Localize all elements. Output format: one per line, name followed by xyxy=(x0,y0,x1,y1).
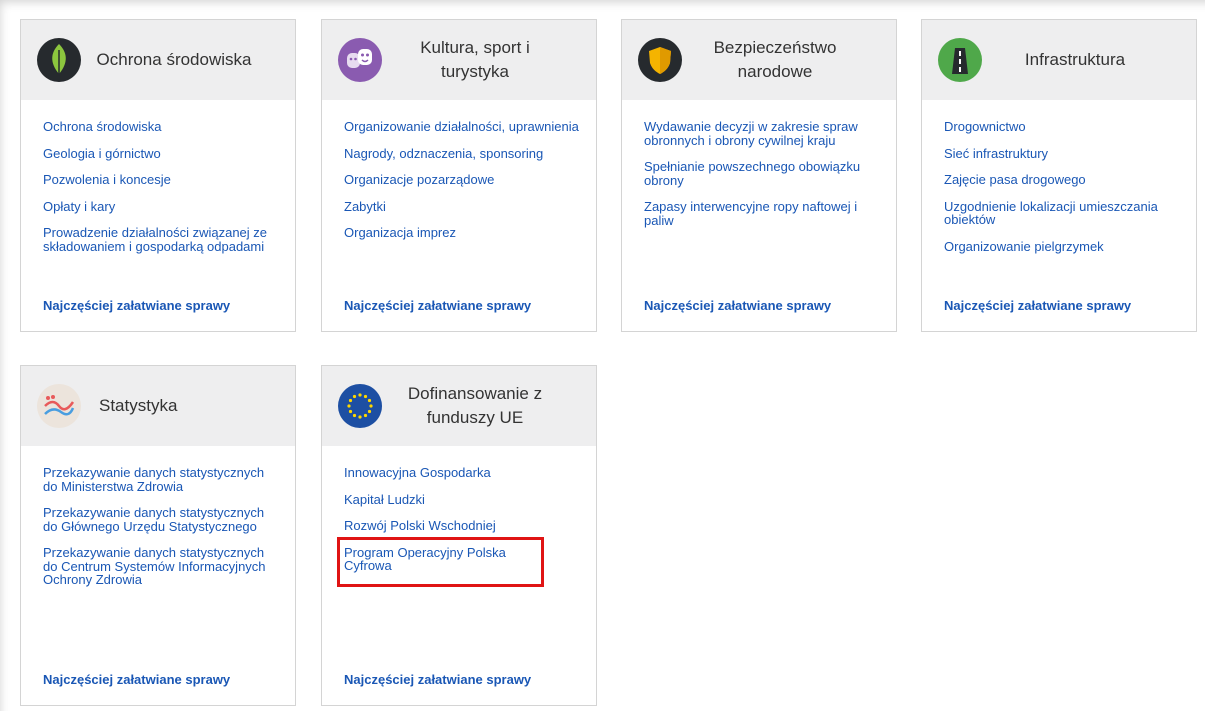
link-item[interactable]: Ochrona środowiska xyxy=(43,120,278,134)
link-item[interactable]: Nagrody, odznaczenia, sponsoring xyxy=(344,146,579,161)
tile-body: Organizowanie działalności, uprawnienia … xyxy=(322,100,596,333)
most-common-matters-link[interactable]: Najczęściej załatwiane sprawy xyxy=(43,672,230,687)
link-item[interactable]: Organizowanie pielgrzymek xyxy=(944,239,1179,254)
link-item[interactable]: Zajęcie pasa drogowego xyxy=(944,173,1179,187)
link-item[interactable]: Organizacja imprez xyxy=(344,226,579,240)
most-common-matters-link[interactable]: Najczęściej załatwiane sprawy xyxy=(43,298,230,313)
theater-masks-icon xyxy=(338,38,382,82)
link-item[interactable]: Spełnianie powszechnego obowiązku obrony xyxy=(644,160,879,187)
most-common-matters-link[interactable]: Najczęściej załatwiane sprawy xyxy=(344,672,531,687)
tile-title[interactable]: Dofinansowanie z funduszy UE xyxy=(390,382,560,430)
link-item[interactable]: Drogownictwo xyxy=(944,120,1179,134)
most-common-matters-link[interactable]: Najczęściej załatwiane sprawy xyxy=(944,298,1131,313)
category-tile-environment: Ochrona środowiska Ochrona środowiska Ge… xyxy=(20,19,296,332)
shield-icon xyxy=(638,38,682,82)
tile-title[interactable]: Kultura, sport i turystyka xyxy=(390,36,560,84)
tile-body: Przekazywanie danych statystycznych do M… xyxy=(21,446,295,707)
tile-header: Bezpieczeństwo narodowe xyxy=(622,20,896,100)
link-item[interactable]: Innowacyjna Gospodarka xyxy=(344,466,579,480)
tile-title[interactable]: Bezpieczeństwo narodowe xyxy=(690,36,860,84)
tile-title[interactable]: Ochrona środowiska xyxy=(89,48,259,72)
tile-body: Wydawanie decyzji w zakresie spraw obron… xyxy=(622,100,896,333)
tile-header: Statystyka xyxy=(21,366,295,446)
link-item[interactable]: Przekazywanie danych statystycznych do C… xyxy=(43,546,278,587)
link-item[interactable]: Pozwolenia i koncesje xyxy=(43,173,278,187)
leaf-icon xyxy=(37,38,81,82)
category-tile-eu-funds: Dofinansowanie z funduszy UE Innowacyjna… xyxy=(321,365,597,706)
link-item[interactable]: Przekazywanie danych statystycznych do M… xyxy=(43,466,278,493)
link-item[interactable]: Organizowanie działalności, uprawnienia xyxy=(344,120,579,134)
link-item[interactable]: Sieć infrastruktury xyxy=(944,146,1179,161)
tile-header: Ochrona środowiska xyxy=(21,20,295,100)
category-tile-culture: Kultura, sport i turystyka Organizowanie… xyxy=(321,19,597,332)
most-common-matters-link[interactable]: Najczęściej załatwiane sprawy xyxy=(644,298,831,313)
tile-title[interactable]: Statystyka xyxy=(99,394,269,418)
link-item[interactable]: Opłaty i kary xyxy=(43,199,278,214)
link-item[interactable]: Rozwój Polski Wschodniej xyxy=(344,519,579,533)
eu-flag-icon xyxy=(338,384,382,428)
link-item[interactable]: Organizacje pozarządowe xyxy=(344,173,579,187)
link-item[interactable]: Uzgodnienie lokalizacji umieszczania obi… xyxy=(944,199,1179,227)
category-tile-infrastructure: Infrastruktura Drogownictwo Sieć infrast… xyxy=(921,19,1197,332)
tile-title[interactable]: Infrastruktura xyxy=(990,48,1160,72)
statistics-chart-icon xyxy=(37,384,81,428)
link-item[interactable]: Wydawanie decyzji w zakresie spraw obron… xyxy=(644,120,879,147)
link-item[interactable]: Przekazywanie danych statystycznych do G… xyxy=(43,506,278,533)
tile-body: Ochrona środowiska Geologia i górnictwo … xyxy=(21,100,295,333)
tile-body: Drogownictwo Sieć infrastruktury Zajęcie… xyxy=(922,100,1196,333)
road-icon xyxy=(938,38,982,82)
link-item[interactable]: Zapasy interwencyjne ropy naftowej i pal… xyxy=(644,200,879,227)
category-tile-statistics: Statystyka Przekazywanie danych statysty… xyxy=(20,365,296,706)
tile-header: Dofinansowanie z funduszy UE xyxy=(322,366,596,446)
link-item[interactable]: Geologia i górnictwo xyxy=(43,146,278,161)
link-item[interactable]: Kapitał Ludzki xyxy=(344,492,579,507)
tile-header: Infrastruktura xyxy=(922,20,1196,100)
category-tile-security: Bezpieczeństwo narodowe Wydawanie decyzj… xyxy=(621,19,897,332)
link-item[interactable]: Prowadzenie działalności związanej ze sk… xyxy=(43,226,278,253)
link-item[interactable]: Zabytki xyxy=(344,199,579,214)
tile-header: Kultura, sport i turystyka xyxy=(322,20,596,100)
tile-body: Innowacyjna Gospodarka Kapitał Ludzki Ro… xyxy=(322,446,596,707)
link-item-highlighted[interactable]: Program Operacyjny Polska Cyfrowa xyxy=(344,545,544,573)
most-common-matters-link[interactable]: Najczęściej załatwiane sprawy xyxy=(344,298,531,313)
